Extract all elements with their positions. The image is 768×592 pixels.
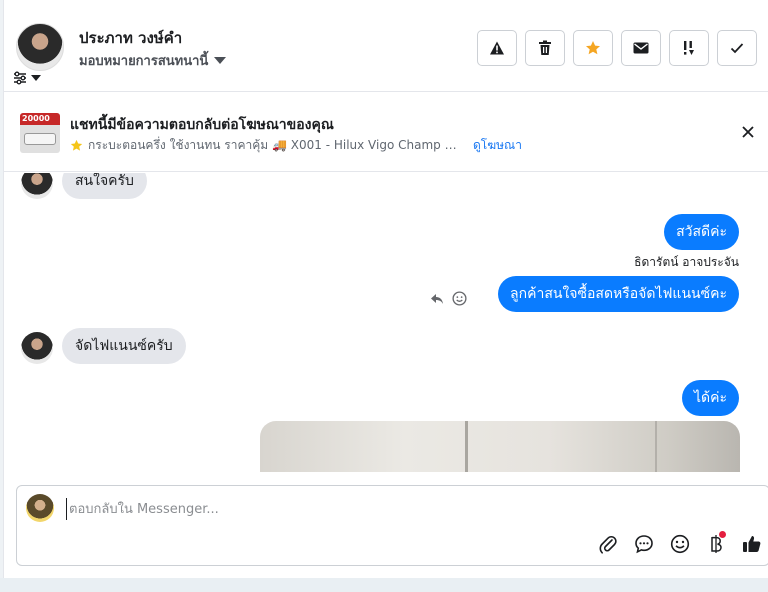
emoji-button[interactable] <box>669 533 691 555</box>
view-ad-link[interactable]: ดูโฆษณา <box>473 136 522 155</box>
mark-unread-button[interactable] <box>621 30 661 66</box>
chevron-down-icon <box>214 57 227 64</box>
car-icon <box>24 133 56 145</box>
message-thread[interactable]: สนใจครับ สวัสดีค่ะ ธิดารัตน์ อาจประจัน ล… <box>4 173 768 472</box>
photo-detail <box>655 421 657 472</box>
assign-label: มอบหมายการสนทนานี้ <box>79 54 209 69</box>
window-bottom-strip <box>0 578 768 592</box>
message-bubble-outgoing[interactable]: สวัสดีค่ะ <box>664 214 739 250</box>
ad-description: กระบะตอนครึ่ง ใช้งานทน ราคาคุ้ม 🚚 X001 -… <box>88 138 458 152</box>
ad-description-row: กระบะตอนครึ่ง ใช้งานทน ราคาคุ้ม 🚚 X001 -… <box>70 136 670 155</box>
follow-up-icon <box>684 41 694 55</box>
reply-input[interactable] <box>66 498 756 520</box>
trash-icon <box>539 40 551 55</box>
warning-icon <box>490 41 504 55</box>
send-like-button[interactable] <box>741 533 763 555</box>
contact-avatar[interactable] <box>16 23 64 71</box>
reply-icon[interactable] <box>430 293 444 305</box>
photo-detail <box>465 421 468 472</box>
star-icon <box>586 41 600 55</box>
contact-avatar[interactable] <box>21 173 53 199</box>
page-avatar <box>26 494 54 522</box>
ad-thumbnail[interactable]: 20000 <box>20 113 60 153</box>
notification-dot <box>719 531 726 538</box>
contact-name[interactable]: ประภาท วงษ์คำ <box>79 26 182 50</box>
emoji-icon <box>670 534 690 554</box>
star-button[interactable] <box>573 30 613 66</box>
star-icon <box>70 139 83 151</box>
chat-panel: ประภาท วงษ์คำ มอบหมายการสนทนานี้ 20000 แ… <box>3 0 768 578</box>
saved-replies-button[interactable] <box>633 533 655 555</box>
filter-settings-toggle[interactable] <box>13 70 41 86</box>
header-toolbar <box>477 30 757 66</box>
envelope-icon <box>633 42 649 54</box>
follow-up-button[interactable] <box>669 30 709 66</box>
thumbs-up-icon <box>743 536 761 552</box>
message-actions <box>430 291 467 306</box>
paperclip-icon <box>599 535 617 554</box>
message-bubble-incoming[interactable]: จัดไฟแนนซ์ครับ <box>62 328 186 364</box>
emoji-react-icon[interactable] <box>452 291 467 306</box>
delete-button[interactable] <box>525 30 565 66</box>
close-banner-button[interactable] <box>739 123 757 141</box>
message-bubble-outgoing[interactable]: ลูกค้าสนใจซื้อสดหรือจัดไฟแนนซ์คะ <box>498 276 739 312</box>
mark-done-button[interactable] <box>717 30 757 66</box>
spam-button[interactable] <box>477 30 517 66</box>
ad-thumb-price: 20000 <box>22 114 50 123</box>
check-icon <box>730 43 744 54</box>
composer-toolbar <box>597 531 763 555</box>
payment-button[interactable] <box>705 531 727 555</box>
sender-name: ธิดารัตน์ อาจประจัน <box>634 255 739 269</box>
image-attachment[interactable] <box>260 421 740 472</box>
ad-reply-banner: 20000 แชทนี้มีข้อความตอบกลับต่อโฆษณาของค… <box>4 93 768 172</box>
attach-button[interactable] <box>597 533 619 555</box>
message-bubble-outgoing[interactable]: ได้ค่ะ <box>681 380 739 416</box>
close-icon <box>742 126 754 138</box>
chevron-down-icon <box>31 75 41 81</box>
conversation-header: ประภาท วงษ์คำ มอบหมายการสนทนานี้ <box>4 0 768 92</box>
message-bubble-incoming[interactable]: สนใจครับ <box>62 173 147 199</box>
message-composer <box>16 485 768 566</box>
chat-bubble-icon <box>635 535 653 554</box>
ad-banner-title: แชทนี้มีข้อความตอบกลับต่อโฆษณาของคุณ <box>70 117 334 133</box>
contact-avatar[interactable] <box>21 332 53 364</box>
assign-conversation-dropdown[interactable]: มอบหมายการสนทนานี้ <box>79 50 227 71</box>
sliders-icon <box>14 71 26 85</box>
